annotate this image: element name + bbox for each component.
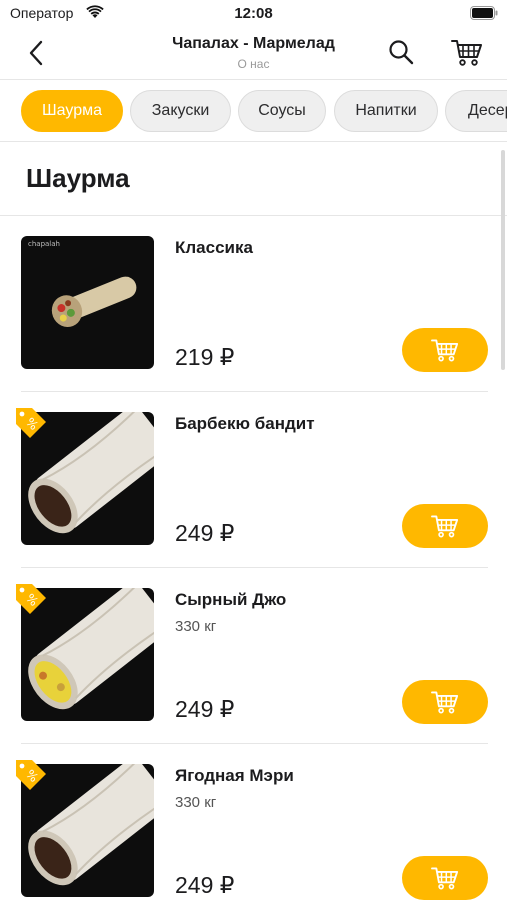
- tab-desserts[interactable]: Десерты: [445, 90, 507, 132]
- add-to-cart-button[interactable]: [402, 328, 488, 372]
- product-card[interactable]: % Барбекю бандит 249 ₽: [0, 392, 507, 568]
- image-brand-label: chapalah: [28, 240, 60, 248]
- search-icon: [389, 40, 414, 65]
- product-price: 249 ₽: [175, 872, 235, 898]
- product-card[interactable]: % Сырный Джо 330 кг 249 ₽: [0, 568, 507, 744]
- tab-drinks[interactable]: Напитки: [334, 90, 438, 132]
- product-price: 249 ₽: [175, 520, 235, 546]
- category-tabs: Шаурма Закуски Соусы Напитки Десерты: [0, 80, 507, 142]
- tab-snacks[interactable]: Закуски: [130, 90, 231, 132]
- product-price: 219 ₽: [175, 344, 235, 370]
- add-to-cart-button[interactable]: [402, 504, 488, 548]
- status-bar: Оператор 12:08: [0, 0, 507, 28]
- product-card[interactable]: chapalah Классика 219 ₽: [0, 216, 507, 392]
- tab-sauces[interactable]: Соусы: [238, 90, 326, 132]
- add-to-cart-button[interactable]: [402, 856, 488, 900]
- product-name: Барбекю бандит: [175, 414, 315, 433]
- product-weight: 330 кг: [175, 794, 217, 811]
- cart-icon: [431, 339, 459, 362]
- cart-icon: [431, 691, 459, 714]
- discount-icon: %: [12, 756, 48, 792]
- product-image: chapalah: [21, 236, 154, 369]
- clock: 12:08: [234, 5, 273, 22]
- cart-button[interactable]: [450, 36, 484, 68]
- discount-icon: %: [12, 404, 48, 440]
- product-name: Классика: [175, 238, 253, 257]
- page-title: Чапалах - Мармелад: [172, 35, 335, 52]
- search-button[interactable]: [386, 37, 416, 67]
- product-card[interactable]: % Ягодная Мэри 330 кг 249 ₽: [0, 744, 507, 920]
- product-weight: 330 кг: [175, 618, 217, 635]
- product-price: 249 ₽: [175, 696, 235, 722]
- product-name: Ягодная Мэри: [175, 766, 294, 785]
- cart-icon: [451, 40, 482, 66]
- discount-icon: %: [12, 580, 48, 616]
- navigation-bar: Чапалах - Мармелад О нас: [0, 28, 507, 80]
- about-link[interactable]: О нас: [0, 57, 507, 71]
- add-to-cart-button[interactable]: [402, 680, 488, 724]
- tab-shawarma[interactable]: Шаурма: [21, 90, 123, 132]
- cart-icon: [431, 515, 459, 538]
- section-title: Шаурма: [26, 163, 130, 193]
- product-name: Сырный Джо: [175, 590, 287, 609]
- cart-icon: [431, 867, 459, 890]
- battery-icon: [470, 6, 498, 25]
